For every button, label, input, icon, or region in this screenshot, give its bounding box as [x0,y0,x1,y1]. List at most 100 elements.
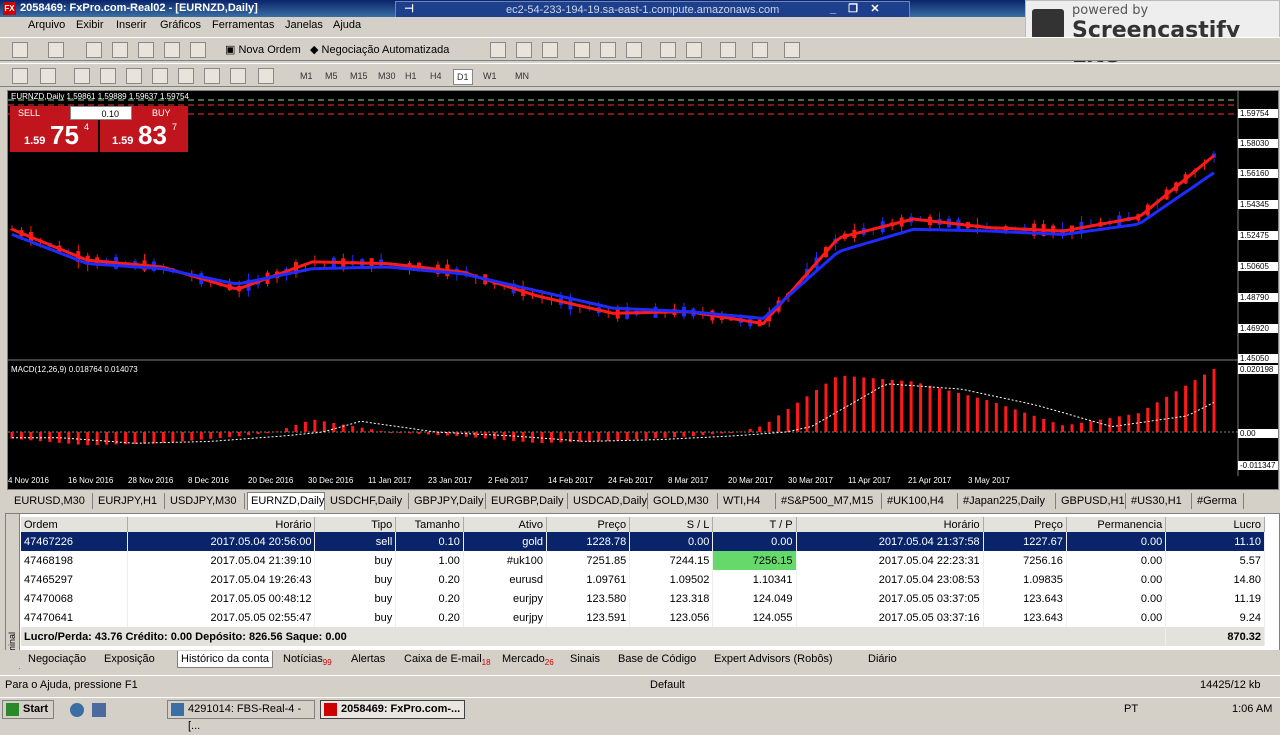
column-header[interactable]: Permanencia [1066,517,1167,532]
tester-icon[interactable] [190,42,206,58]
symbol-tab[interactable]: EURGBP,Daily [488,493,568,509]
zoom-out-icon[interactable] [600,42,616,58]
browser-icon[interactable] [70,703,84,717]
column-header[interactable]: Tamanho [395,517,464,532]
symbol-tab[interactable]: USDJPY,M30 [167,493,245,509]
buy-price[interactable]: 1.59 83 7 [100,120,188,152]
table-row[interactable]: 47470641 2017.05.05 02:55:47 buy 0.20 eurjpy… [21,608,1265,627]
symbol-tab[interactable]: GOLD,M30 [650,493,718,509]
buy-button[interactable]: BUY [132,106,188,120]
symbol-tab[interactable]: #Germa [1194,493,1244,509]
folder-icon[interactable] [138,42,154,58]
column-header[interactable]: Ordem [21,517,129,532]
menu-ferramentas[interactable]: Ferramentas [212,19,274,31]
column-header[interactable]: T / P [712,517,797,532]
menu-ajuda[interactable]: Ajuda [333,19,361,31]
indicators-icon[interactable] [720,42,736,58]
arrows-icon[interactable] [258,68,274,84]
terminal-tab[interactable]: Caixa de E-mail18 [401,651,494,671]
crosshair-icon[interactable] [40,68,56,84]
symbol-tab[interactable]: USDCAD,Daily [570,493,648,509]
symbol-tab[interactable]: #S&P500_M7,M15 [778,493,882,509]
label-icon[interactable] [230,68,246,84]
tf-m5[interactable]: M5 [325,69,338,83]
menu-arquivo[interactable]: Arquivo [28,19,65,31]
terminal-tab[interactable]: Notícias99 [280,651,335,671]
chart-canvas[interactable] [8,91,1280,491]
new-order-button[interactable]: ▣ Nova Ordem [225,42,301,58]
column-header[interactable]: Lucro [1165,517,1265,532]
symbol-tab[interactable]: #UK100,H4 [884,493,958,509]
column-header[interactable]: Horário [796,517,984,532]
table-row[interactable]: 47467226 2017.05.04 20:56:00 sell 0.10 gold 1… [21,532,1265,551]
profiles-icon[interactable] [48,42,64,58]
close-icon[interactable]: ✕ [868,3,882,16]
new-chart-icon[interactable] [12,42,28,58]
autoscroll-icon[interactable] [660,42,676,58]
column-header[interactable]: Ativo [463,517,548,532]
rdp-bar[interactable]: ⊣ ec2-54-233-194-19.sa-east-1.compute.am… [395,1,910,18]
sell-price[interactable]: 1.59 75 4 [10,120,98,152]
terminal-tab[interactable]: Base de Código [615,651,699,667]
vline-icon[interactable] [74,68,90,84]
symbol-tab[interactable]: EURUSD,M30 [11,493,93,509]
task-fbs[interactable]: 4291014: FBS-Real-4 - [... [167,700,315,732]
menu-graficos[interactable]: Gráficos [160,19,201,31]
auto-trading-button[interactable]: ◆ Negociação Automatizada [310,42,449,58]
pin-icon[interactable]: ⊣ [402,3,416,16]
volume-field[interactable]: 0.10 [70,106,132,120]
tf-h4[interactable]: H4 [430,69,442,83]
column-header[interactable]: Preço [983,517,1067,532]
price-chart[interactable]: EURNZD,Daily 1.59861 1.59889 1.59637 1.5… [7,90,1279,490]
column-header[interactable]: Tipo [314,517,397,532]
text-icon[interactable] [204,68,220,84]
bar-chart-icon[interactable] [490,42,506,58]
trendline-icon[interactable] [126,68,142,84]
symbol-tab[interactable]: #Japan225,Daily [960,493,1056,509]
column-header[interactable]: Horário [127,517,316,532]
start-button[interactable]: Start [2,700,54,719]
candle-chart-icon[interactable] [516,42,532,58]
restore-icon[interactable]: ❐ [846,3,860,16]
terminal-tab[interactable]: Negociação [25,651,89,667]
tf-d1[interactable]: D1 [453,69,473,85]
menu-inserir[interactable]: Inserir [116,19,147,31]
terminal-tab[interactable]: Histórico da conta [177,651,274,668]
terminal-icon[interactable] [164,42,180,58]
cursor-icon[interactable] [12,68,28,84]
symbol-tab[interactable]: GBPUSD,H1 [1058,493,1126,509]
desktop-icon[interactable] [92,703,106,717]
task-fxpro[interactable]: 2058469: FxPro.com-... [320,700,465,719]
tf-h1[interactable]: H1 [405,69,417,83]
market-watch-icon[interactable] [86,42,102,58]
table-row[interactable]: 47468198 2017.05.04 21:39:10 buy 1.00 #uk100… [21,551,1265,570]
line-chart-icon[interactable] [542,42,558,58]
menu-exibir[interactable]: Exibir [76,19,104,31]
tf-m15[interactable]: M15 [350,69,368,83]
menu-janelas[interactable]: Janelas [285,19,323,31]
zoom-in-icon[interactable] [574,42,590,58]
table-row[interactable]: 47470068 2017.05.05 00:48:12 buy 0.20 eurjpy… [21,589,1265,608]
tile-icon[interactable] [626,42,642,58]
symbol-tab[interactable]: WTI,H4 [720,493,776,509]
symbol-tab[interactable]: #US30,H1 [1128,493,1192,509]
sell-button[interactable]: SELL [10,106,70,120]
hline-icon[interactable] [100,68,116,84]
symbol-tab[interactable]: EURNZD,Daily [247,492,325,510]
terminal-tab[interactable]: Mercado26 [499,651,557,671]
terminal-tab[interactable]: Exposição [101,651,158,667]
lang-indicator[interactable]: PT [1124,703,1138,715]
terminal-tab[interactable]: Alertas [348,651,388,667]
symbol-tab[interactable]: GBPJPY,Daily [411,493,486,509]
column-header[interactable]: Preço [546,517,631,532]
symbol-tab[interactable]: USDCHF,Daily [327,493,409,509]
minimize-icon[interactable]: _ [826,3,840,16]
symbol-tab[interactable]: EURJPY,H1 [95,493,165,509]
terminal-tab[interactable]: Diário [865,651,900,667]
templates-icon[interactable] [784,42,800,58]
tf-w1[interactable]: W1 [483,69,497,83]
terminal-tab[interactable]: Sinais [567,651,603,667]
terminal-tab[interactable]: Expert Advisors (Robôs) [711,651,836,667]
fibo-icon[interactable] [178,68,194,84]
table-row[interactable]: 47465297 2017.05.04 19:26:43 buy 0.20 eurusd… [21,570,1265,589]
